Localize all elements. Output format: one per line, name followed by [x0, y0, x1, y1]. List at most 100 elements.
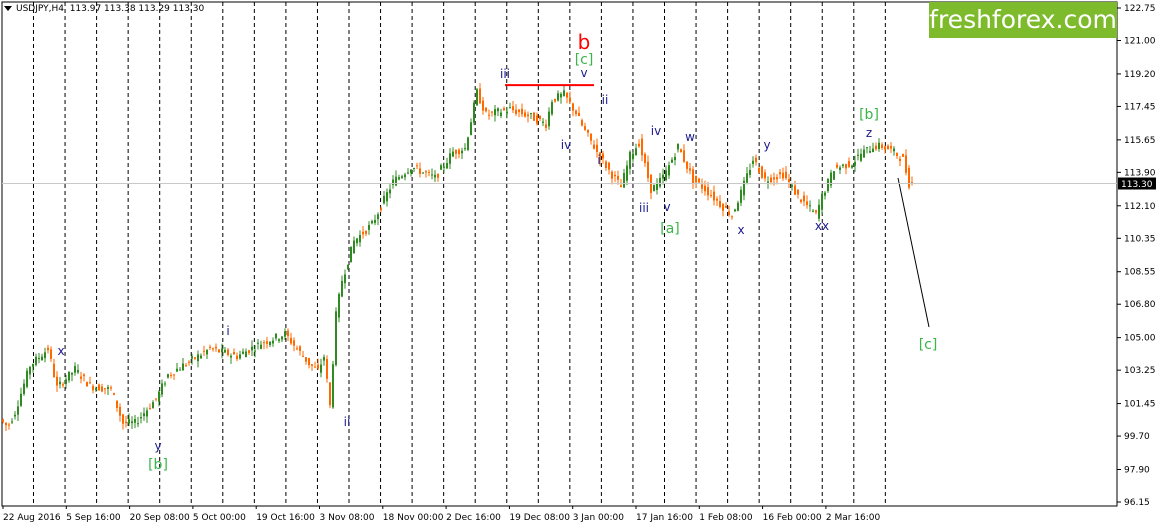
candle-body — [560, 93, 562, 98]
candle-body — [491, 111, 493, 113]
candle-body — [596, 144, 598, 152]
candle-body — [176, 368, 178, 372]
candle-body — [218, 349, 220, 353]
candle-body — [356, 238, 358, 244]
candle-body — [623, 173, 625, 188]
candle-body — [311, 364, 313, 366]
candle-body — [416, 165, 418, 167]
x-tick-label: 18 Nov 00:00 — [383, 513, 444, 523]
candle-body — [662, 174, 664, 179]
wave-label: ii — [344, 415, 351, 429]
candle-body — [44, 352, 46, 359]
candle-body — [326, 358, 328, 379]
candle-body — [731, 216, 733, 218]
candle-body — [518, 109, 520, 113]
candle-body — [248, 350, 250, 354]
candle-body — [296, 348, 298, 350]
candle-body — [533, 112, 535, 121]
candle-body — [875, 145, 877, 150]
wave-label: y — [154, 439, 161, 453]
candle-body — [107, 387, 109, 389]
candle-body — [578, 112, 580, 117]
candle-body — [473, 102, 475, 123]
candle-body — [374, 219, 376, 223]
candle-body — [728, 211, 730, 215]
candle-body — [275, 333, 277, 339]
candle-body — [854, 161, 856, 166]
candle-body — [797, 189, 799, 195]
candle-body — [221, 348, 223, 353]
candle-body — [764, 172, 766, 179]
candle-body — [530, 113, 532, 115]
candle-body — [686, 161, 688, 169]
candle-body — [503, 108, 505, 111]
candle-body — [836, 164, 838, 168]
candle-body — [749, 170, 751, 175]
candle-body — [701, 184, 703, 189]
candle-body — [338, 293, 340, 318]
candle-body — [428, 171, 430, 173]
candle-body — [461, 150, 463, 154]
x-tick-label: 1 Feb 08:00 — [699, 513, 753, 523]
candle-body — [752, 160, 754, 164]
candle-body — [239, 354, 241, 359]
candle-body — [569, 97, 571, 102]
candle-body — [893, 148, 895, 152]
candle-body — [431, 174, 433, 176]
candle-body — [290, 337, 292, 344]
candle-body — [101, 386, 103, 392]
candle-body — [140, 417, 142, 419]
x-tick-label: 17 Jan 16:00 — [636, 513, 693, 523]
candle-body — [908, 167, 910, 188]
candle-body — [617, 175, 619, 180]
candle-body — [191, 356, 193, 359]
candle-body — [152, 402, 154, 409]
candle-body — [347, 264, 349, 270]
candle-body — [671, 159, 673, 163]
candle-body — [86, 382, 88, 387]
candle-body — [302, 355, 304, 357]
candle-body — [620, 185, 622, 188]
dropdown-triangle-icon[interactable] — [4, 6, 12, 11]
candle-body — [8, 424, 10, 426]
candle-body — [572, 103, 574, 111]
candle-body — [266, 341, 268, 344]
candle-body — [584, 126, 586, 130]
candle-body — [122, 414, 124, 424]
candle-body — [497, 108, 499, 112]
candle-body — [26, 370, 28, 387]
y-tick-label: 96.15 — [1124, 498, 1150, 508]
candle-body — [77, 370, 79, 373]
candle-body — [476, 89, 478, 106]
candle-body — [548, 111, 550, 127]
candle-body — [155, 398, 157, 400]
candle-body — [110, 387, 112, 389]
candle-body — [149, 407, 151, 409]
candle-body — [575, 110, 577, 115]
candle-body — [668, 165, 670, 176]
candle-body — [224, 349, 226, 353]
candle-body — [212, 348, 214, 350]
candle-body — [812, 210, 814, 212]
candle-body — [392, 179, 394, 185]
candle-body — [539, 115, 541, 119]
candle-body — [566, 92, 568, 98]
candle-body — [125, 421, 127, 424]
candle-body — [236, 355, 238, 360]
y-tick-label: 97.90 — [1124, 466, 1150, 476]
candle-body — [713, 191, 715, 201]
candle-body — [467, 137, 469, 150]
candle-body — [272, 340, 274, 344]
wave-label: xx — [815, 219, 829, 233]
candle-body — [437, 173, 439, 178]
ohlc-values: 113.97 113.38 113.29 113.30 — [69, 4, 205, 14]
candle-body — [767, 181, 769, 183]
candle-body — [551, 102, 553, 115]
candle-body — [653, 185, 655, 192]
candle-body — [98, 384, 100, 391]
wave-label: y — [763, 138, 770, 152]
candle-body — [656, 183, 658, 190]
candle-body — [800, 199, 802, 202]
candle-body — [395, 176, 397, 186]
x-tick-label: 2 Dec 16:00 — [446, 513, 501, 523]
